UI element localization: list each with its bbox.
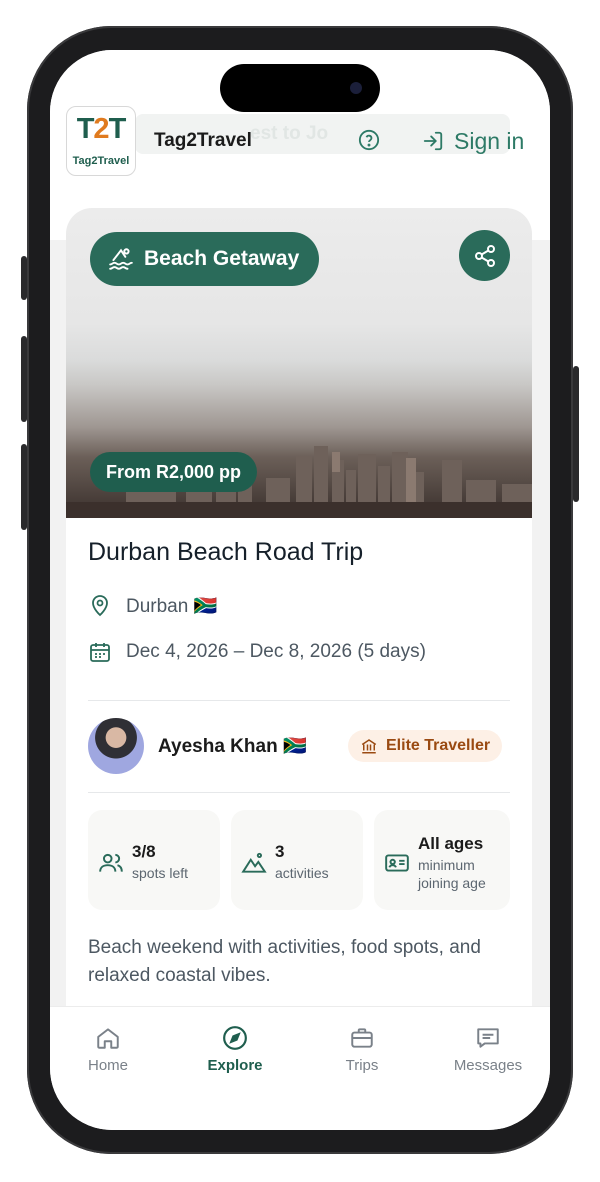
people-icon: [99, 853, 123, 872]
home-icon: [97, 1028, 119, 1049]
stat-activities: 3 activities: [231, 810, 363, 910]
sign-in-button[interactable]: Sign in: [422, 126, 524, 156]
share-button[interactable]: [459, 230, 510, 281]
stat-value: 3: [275, 842, 285, 861]
stat-label: spots left: [132, 865, 189, 881]
briefcase-icon: [351, 1028, 373, 1048]
message-icon: [477, 1028, 499, 1048]
host-avatar[interactable]: [88, 718, 144, 774]
tab-explore[interactable]: Explore: [185, 1019, 285, 1074]
volume-down-button: [21, 444, 27, 530]
location-pin-icon: [92, 595, 108, 617]
stat-value: All ages: [418, 834, 484, 853]
sign-in-icon: [423, 131, 443, 151]
host-name[interactable]: Ayesha Khan 🇿🇦: [158, 734, 307, 758]
search-bar-text: est to Jo: [250, 123, 329, 144]
help-icon[interactable]: [358, 129, 380, 151]
calendar-icon: [90, 643, 110, 662]
sign-in-label: Sign in: [454, 127, 525, 154]
app-logo[interactable]: T2T Tag2Travel: [66, 106, 136, 176]
elite-badge-label: Elite Traveller: [386, 737, 491, 754]
date-row: Dec 4, 2026 – Dec 8, 2026 (5 days): [88, 640, 426, 664]
stat-label: minimum joining age: [418, 857, 486, 891]
id-card-icon: [385, 854, 409, 872]
stat-value: 3/8: [132, 842, 156, 861]
bank-icon: [361, 739, 377, 754]
waves-icon: [109, 248, 133, 270]
trip-description: Beach weekend with activities, food spot…: [88, 937, 481, 986]
volume-up-button: [21, 336, 27, 422]
trip-card[interactable]: Beach Getaway From R2,000 pp Durban Beac…: [66, 208, 532, 1108]
location-row: Durban 🇿🇦: [88, 594, 217, 618]
compass-icon: [223, 1026, 247, 1050]
stat-label: activities: [275, 865, 329, 881]
tab-label: Trips: [345, 1057, 379, 1074]
bottom-tab-bar: Home Explore Trips Messages: [50, 1006, 550, 1097]
share-icon: [474, 244, 495, 267]
mute-switch: [21, 256, 27, 300]
tab-home[interactable]: Home: [58, 1019, 158, 1074]
trip-title: Durban Beach Road Trip: [88, 538, 364, 566]
tab-trips[interactable]: Trips: [312, 1019, 412, 1074]
logo-mark: T2T: [76, 113, 127, 145]
home-indicator-area: [50, 1096, 550, 1130]
app-screen: est to Jo T2T Tag2Travel Tag2Travel Sign…: [50, 50, 550, 1130]
stat-spots: 3/8 spots left: [88, 810, 220, 910]
stat-age: All ages minimum joining age: [374, 810, 510, 910]
divider: [88, 700, 510, 701]
tab-messages[interactable]: Messages: [438, 1019, 538, 1074]
location-text: Durban 🇿🇦: [126, 596, 218, 617]
divider: [88, 792, 510, 793]
tab-label: Messages: [453, 1057, 523, 1074]
dynamic-island: [220, 64, 380, 112]
price-badge: From R2,000 pp: [90, 452, 258, 492]
category-chip[interactable]: Beach Getaway: [90, 232, 320, 286]
logo-subtitle: Tag2Travel: [72, 155, 130, 167]
tab-label: Explore: [207, 1057, 263, 1074]
power-button: [573, 366, 579, 502]
mountain-icon: [241, 852, 267, 873]
elite-badge: Elite Traveller: [348, 730, 503, 762]
date-text: Dec 4, 2026 – Dec 8, 2026 (5 days): [126, 641, 426, 662]
tab-label: Home: [87, 1057, 128, 1074]
category-label: Beach Getaway: [144, 247, 300, 270]
brand-name[interactable]: Tag2Travel: [154, 130, 252, 152]
